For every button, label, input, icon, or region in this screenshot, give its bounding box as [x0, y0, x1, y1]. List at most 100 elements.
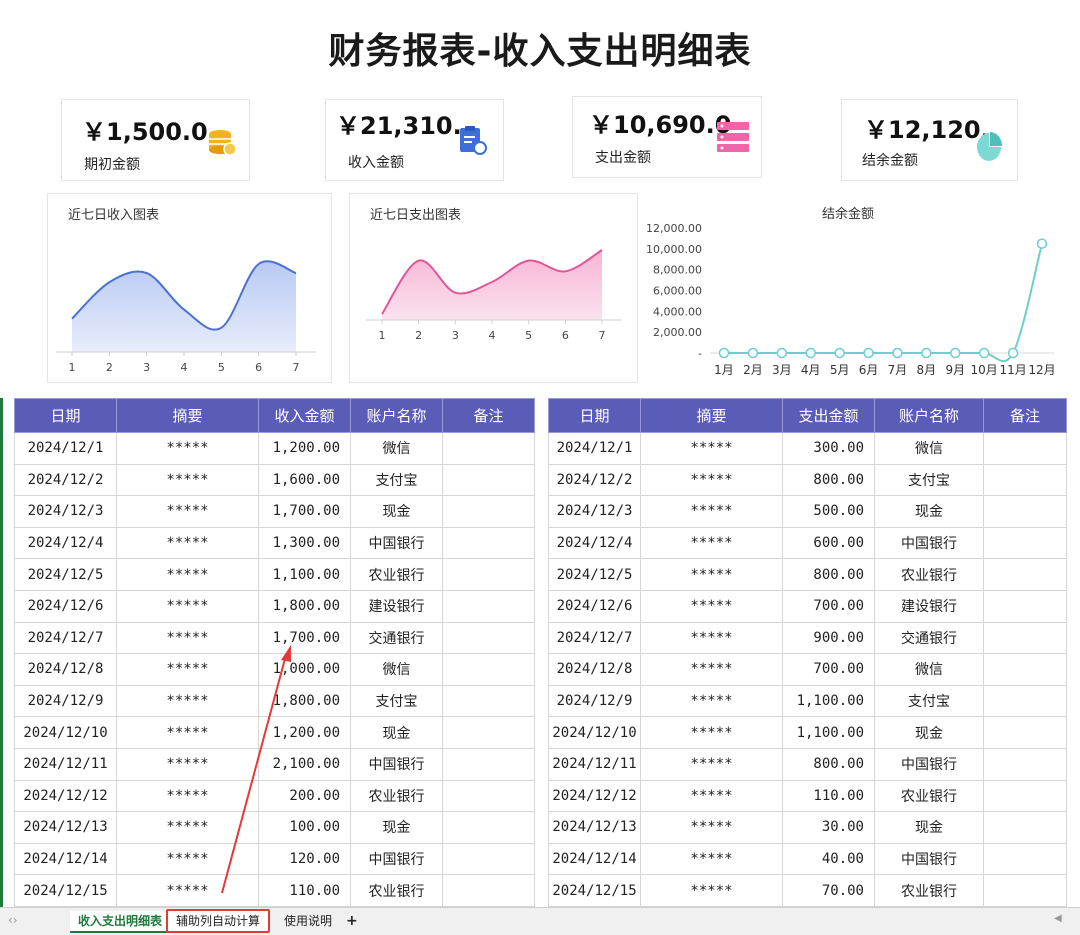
table-cell[interactable]: 2024/12/5 [548, 558, 641, 591]
table-cell[interactable]: 1,000.00 [258, 653, 351, 686]
table-cell[interactable] [983, 463, 1067, 497]
column-header[interactable]: 账户名称 [350, 398, 443, 433]
table-cell[interactable]: 现金 [350, 811, 443, 844]
table-cell[interactable]: 微信 [350, 653, 443, 686]
scroll-left-icon[interactable]: ◀ [1054, 913, 1062, 924]
table-cell[interactable]: 中国银行 [350, 747, 443, 781]
table-cell[interactable] [442, 684, 535, 718]
table-cell[interactable]: ***** [640, 558, 783, 591]
table-cell[interactable]: 30.00 [782, 811, 875, 844]
table-cell[interactable]: 2024/12/10 [14, 716, 117, 749]
table-cell[interactable]: 1,200.00 [258, 716, 351, 749]
table-cell[interactable]: ***** [640, 811, 783, 844]
table-cell[interactable]: 70.00 [782, 874, 875, 907]
table-cell[interactable] [442, 463, 535, 497]
table-cell[interactable]: 1,700.00 [258, 621, 351, 655]
table-cell[interactable] [442, 716, 535, 749]
table-cell[interactable]: 交通银行 [350, 621, 443, 655]
table-cell[interactable]: 900.00 [782, 621, 875, 655]
table-cell[interactable]: 100.00 [258, 811, 351, 844]
table-cell[interactable]: 2024/12/2 [548, 463, 641, 497]
tab-instructions[interactable]: 使用说明 [276, 911, 340, 931]
table-cell[interactable]: 2024/12/3 [14, 495, 117, 528]
table-cell[interactable]: 2024/12/7 [548, 621, 641, 655]
table-cell[interactable]: 支付宝 [874, 463, 984, 497]
table-cell[interactable]: 2024/12/14 [548, 842, 641, 876]
table-cell[interactable] [983, 874, 1067, 907]
table-cell[interactable]: ***** [116, 589, 259, 623]
table-cell[interactable]: 800.00 [782, 747, 875, 781]
table-cell[interactable]: 700.00 [782, 653, 875, 686]
table-cell[interactable]: ***** [640, 874, 783, 907]
table-cell[interactable]: 中国银行 [874, 526, 984, 560]
table-cell[interactable]: 现金 [874, 811, 984, 844]
table-cell[interactable]: 建设银行 [350, 589, 443, 623]
column-header[interactable]: 账户名称 [874, 398, 984, 433]
table-cell[interactable]: ***** [640, 432, 783, 465]
table-cell[interactable]: ***** [116, 432, 259, 465]
table-cell[interactable]: 微信 [350, 432, 443, 465]
table-cell[interactable]: ***** [640, 495, 783, 528]
table-cell[interactable]: 1,800.00 [258, 684, 351, 718]
table-cell[interactable]: ***** [116, 874, 259, 907]
table-cell[interactable]: ***** [116, 779, 259, 813]
table-cell[interactable]: 300.00 [782, 432, 875, 465]
table-cell[interactable]: 2024/12/8 [548, 653, 641, 686]
table-cell[interactable]: 中国银行 [874, 747, 984, 781]
table-cell[interactable]: 40.00 [782, 842, 875, 876]
table-cell[interactable]: 建设银行 [874, 589, 984, 623]
table-cell[interactable]: ***** [640, 621, 783, 655]
column-header[interactable]: 摘要 [116, 398, 259, 433]
table-cell[interactable]: 700.00 [782, 589, 875, 623]
table-cell[interactable]: ***** [116, 621, 259, 655]
table-cell[interactable]: 2024/12/12 [548, 779, 641, 813]
table-cell[interactable] [983, 589, 1067, 623]
table-cell[interactable]: 1,800.00 [258, 589, 351, 623]
table-cell[interactable]: ***** [640, 716, 783, 749]
table-cell[interactable]: ***** [116, 558, 259, 591]
table-cell[interactable]: ***** [640, 526, 783, 560]
table-cell[interactable]: 500.00 [782, 495, 875, 528]
table-cell[interactable] [983, 747, 1067, 781]
column-header[interactable]: 摘要 [640, 398, 783, 433]
table-cell[interactable]: 1,100.00 [258, 558, 351, 591]
table-cell[interactable]: 1,600.00 [258, 463, 351, 497]
table-cell[interactable]: 2024/12/4 [548, 526, 641, 560]
table-cell[interactable]: ***** [640, 653, 783, 686]
table-cell[interactable]: 农业银行 [874, 779, 984, 813]
table-cell[interactable]: 2024/12/11 [14, 747, 117, 781]
table-cell[interactable]: 2024/12/8 [14, 653, 117, 686]
table-cell[interactable]: 现金 [874, 495, 984, 528]
table-cell[interactable]: 微信 [874, 653, 984, 686]
table-cell[interactable]: 2024/12/2 [14, 463, 117, 497]
table-cell[interactable] [983, 621, 1067, 655]
table-cell[interactable]: ***** [116, 747, 259, 781]
table-cell[interactable]: 现金 [350, 495, 443, 528]
table-cell[interactable]: ***** [116, 811, 259, 844]
table-cell[interactable]: 2024/12/1 [14, 432, 117, 465]
table-cell[interactable]: 2024/12/1 [548, 432, 641, 465]
table-cell[interactable] [983, 684, 1067, 718]
table-cell[interactable] [983, 779, 1067, 813]
table-cell[interactable]: 2024/12/15 [14, 874, 117, 907]
table-cell[interactable] [983, 842, 1067, 876]
table-cell[interactable]: 2024/12/4 [14, 526, 117, 560]
table-cell[interactable] [983, 653, 1067, 686]
column-header[interactable]: 日期 [14, 398, 117, 433]
table-cell[interactable]: 2024/12/5 [14, 558, 117, 591]
table-cell[interactable] [983, 811, 1067, 844]
table-cell[interactable]: 2024/12/12 [14, 779, 117, 813]
tab-income-expense-detail[interactable]: 收入支出明细表 [70, 911, 171, 933]
table-cell[interactable]: 现金 [350, 716, 443, 749]
table-cell[interactable]: 支付宝 [874, 684, 984, 718]
table-cell[interactable]: ***** [116, 716, 259, 749]
table-cell[interactable]: 交通银行 [874, 621, 984, 655]
column-header[interactable]: 收入金额 [258, 398, 351, 433]
table-cell[interactable]: 2024/12/13 [14, 811, 117, 844]
table-cell[interactable] [442, 874, 535, 907]
column-header[interactable]: 备注 [983, 398, 1067, 433]
table-cell[interactable]: 2024/12/6 [14, 589, 117, 623]
table-cell[interactable]: 支付宝 [350, 463, 443, 497]
table-cell[interactable] [983, 432, 1067, 465]
table-cell[interactable]: 农业银行 [874, 558, 984, 591]
